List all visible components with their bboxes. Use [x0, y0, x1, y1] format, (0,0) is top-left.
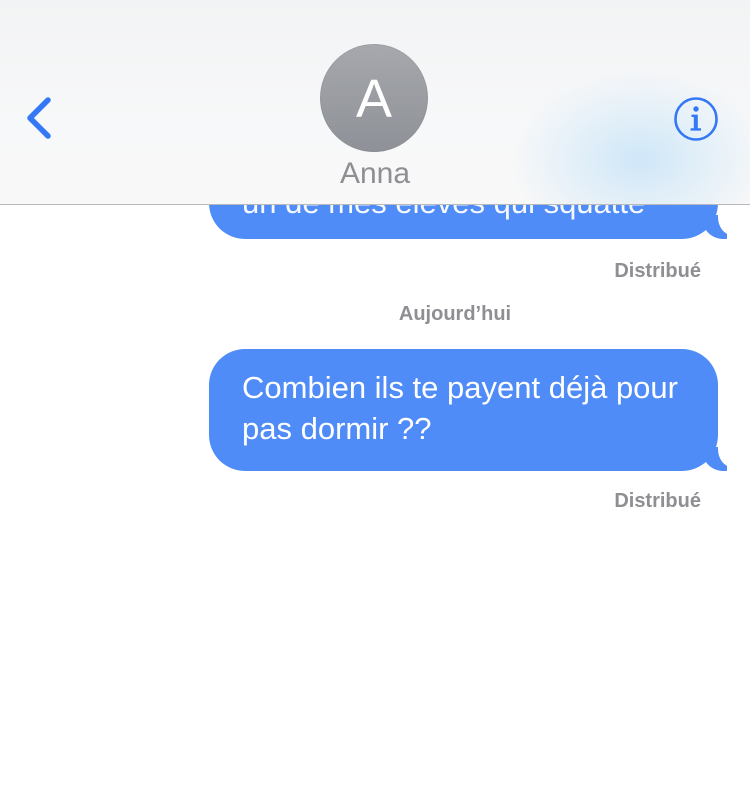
avatar-initial: A: [355, 69, 393, 129]
message-text: Combien ils te payent déjà pour pas dorm…: [242, 370, 678, 446]
delivery-status: Distribué: [614, 260, 701, 282]
contact-avatar[interactable]: A: [320, 44, 428, 152]
date-separator: Aujourd’hui: [398, 303, 512, 325]
contact-name[interactable]: Anna: [0, 157, 750, 191]
delivery-status: Distribué: [614, 490, 701, 512]
bubble-tail: [701, 447, 727, 471]
info-circle-icon: [674, 97, 718, 141]
info-button[interactable]: [673, 96, 719, 142]
chevron-left-icon: [27, 97, 51, 139]
back-button[interactable]: [18, 92, 62, 144]
sent-message-bubble[interactable]: Combien ils te payent déjà pour pas dorm…: [209, 349, 727, 471]
messages-screen: un de mes élèves qui squatte Distribué A…: [0, 0, 750, 812]
bubble-tail: [701, 215, 727, 239]
conversation-header: A Anna: [0, 0, 750, 205]
